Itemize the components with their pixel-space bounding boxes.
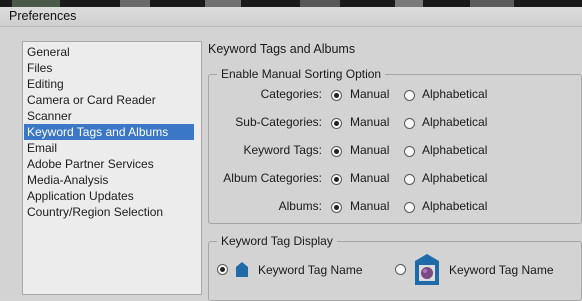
preferences-category-list[interactable]: General Files Editing Camera or Card Rea… (22, 41, 202, 295)
sub-categories-alphabetical-radio[interactable] (404, 118, 415, 129)
title-bar: Preferences (0, 7, 582, 27)
keyword-tags-manual-radio[interactable] (331, 146, 342, 157)
categories-alphabetical-radio[interactable] (404, 90, 415, 101)
sidebar-item-general[interactable]: General (24, 44, 194, 60)
sub-categories-manual-label: Manual (350, 115, 390, 129)
albums-alphabetical-radio[interactable] (404, 202, 415, 213)
sub-categories-manual-radio[interactable] (331, 118, 342, 129)
album-categories-manual-label: Manual (350, 171, 390, 185)
albums-alphabetical-label: Alphabetical (422, 199, 488, 213)
sorting-label-categories: Categories: (260, 87, 322, 101)
sidebar-item-scanner[interactable]: Scanner (24, 108, 194, 124)
sorting-row-sub-categories: Sub-Categories: (200, 115, 322, 131)
album-categories-alphabetical-radio[interactable] (404, 174, 415, 185)
sidebar-item-email[interactable]: Email (24, 140, 194, 156)
sidebar-item-adobe-partner-services[interactable]: Adobe Partner Services (24, 156, 194, 172)
sorting-row-categories: Categories: (200, 87, 322, 103)
sidebar-item-editing[interactable]: Editing (24, 76, 194, 92)
albums-manual-radio[interactable] (331, 202, 342, 213)
sorting-row-albums: Albums: (200, 199, 322, 215)
window-title: Preferences (9, 9, 77, 23)
tag-display-small-radio[interactable] (217, 264, 228, 275)
album-categories-manual-radio[interactable] (331, 174, 342, 185)
keyword-tags-alphabetical-label: Alphabetical (422, 143, 488, 157)
tag-display-large-label: Keyword Tag Name (449, 263, 554, 277)
keyword-tag-photo-icon (415, 254, 439, 285)
sidebar-item-application-updates[interactable]: Application Updates (24, 188, 194, 204)
sorting-row-keyword-tags: Keyword Tags: (200, 143, 323, 159)
sorting-label-sub-categories: Sub-Categories: (235, 115, 322, 129)
sidebar-item-media-analysis[interactable]: Media-Analysis (24, 172, 194, 188)
sidebar-item-country-region-selection[interactable]: Country/Region Selection (24, 204, 194, 220)
keyword-tags-alphabetical-radio[interactable] (404, 146, 415, 157)
sorting-label-album-categories: Album Categories: (223, 171, 322, 185)
categories-manual-label: Manual (350, 87, 390, 101)
albums-manual-label: Manual (350, 199, 390, 213)
sidebar-item-keyword-tags-and-albums[interactable]: Keyword Tags and Albums (24, 124, 194, 140)
tag-display-small-label: Keyword Tag Name (258, 263, 363, 277)
keyword-tags-manual-label: Manual (350, 143, 390, 157)
preferences-content: General Files Editing Camera or Card Rea… (0, 27, 582, 301)
sorting-label-keyword-tags: Keyword Tags: (243, 143, 323, 157)
sub-categories-alphabetical-label: Alphabetical (422, 115, 488, 129)
keyword-tag-display-legend: Keyword Tag Display (217, 234, 337, 248)
keyword-tag-icon (236, 262, 248, 277)
categories-manual-radio[interactable] (331, 90, 342, 101)
sorting-label-albums: Albums: (278, 199, 322, 213)
sidebar-item-files[interactable]: Files (24, 60, 194, 76)
panel-title: Keyword Tags and Albums (208, 42, 356, 56)
tag-display-large-radio[interactable] (395, 264, 406, 275)
sorting-row-album-categories: Album Categories: (200, 171, 322, 187)
manual-sorting-legend: Enable Manual Sorting Option (217, 67, 386, 81)
categories-alphabetical-label: Alphabetical (422, 87, 488, 101)
sidebar-item-camera-or-card-reader[interactable]: Camera or Card Reader (24, 92, 194, 108)
background-strip (0, 0, 582, 7)
album-categories-alphabetical-label: Alphabetical (422, 171, 488, 185)
